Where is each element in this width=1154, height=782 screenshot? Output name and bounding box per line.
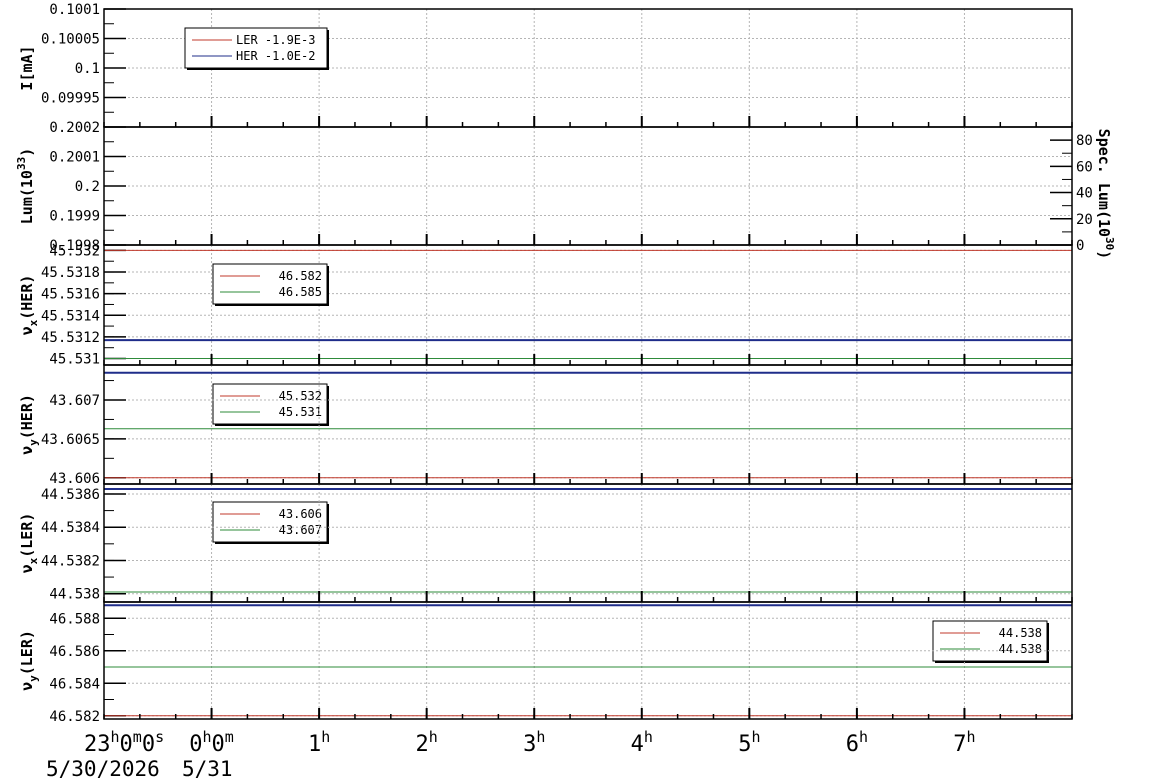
y-axis-label: νy(LER) [18,630,40,691]
x-tick-label: 5h [738,728,760,757]
y-tick-label: 46.582 [49,709,100,725]
legend: LER -1.9E-3 HER -1.0E-2 [184,27,329,70]
x-tick-label: 7h [953,728,975,757]
legend-label: 43.606 [279,507,322,521]
legend-label: HER -1.0E-2 [236,49,315,63]
y2-tick-label: 20 [1076,212,1093,228]
panel-current: 0.1001 0.10005 0.1 0.09995 I[mA] LER -1.9E-3 H… [18,2,1073,128]
y-tick-label: 0.1001 [49,2,100,18]
panel-lum: 0.20020.20010.20.19990.1998Lum(1033)8060… [15,120,1116,259]
y-tick-label: 45.5312 [41,330,100,346]
y2-axis-label: Spec. Lum(1030) [1095,129,1116,260]
legend: 45.532 45.531 [212,383,329,426]
y2-tick-label: 60 [1076,159,1093,175]
y-tick-label: 44.5384 [41,520,100,536]
y-tick-label: 45.5316 [41,287,100,303]
y-axis-label: νy(HER) [18,394,40,455]
legend-label: LER -1.9E-3 [236,33,315,47]
y-tick-label: 0.2001 [49,150,100,166]
legend-label: 43.607 [279,523,322,537]
y-tick-label: 45.5318 [41,265,100,281]
panel-nuy_her: 43.607 43.6065 43.606 νy(HER) 43.606 43.607 [18,364,1073,544]
x-tick-label: 3h [523,728,545,757]
y-tick-label: 0.2 [75,179,100,195]
y-tick-label: 43.607 [49,393,100,409]
y-tick-label: 45.531 [49,352,100,368]
x-tick-label: 6h [846,728,868,757]
trend-chart: 0.1001 0.10005 0.1 0.09995 I[mA] LER -1.9E-3 H… [15,2,1116,781]
x-tick-label: 1h [308,728,330,757]
y-tick-label: 0.2002 [49,120,100,136]
y-tick-label: 0.1999 [49,209,100,225]
y-axis-label: νx(LER) [18,513,40,574]
y-tick-label: 44.538 [49,587,100,603]
y-tick-label: 0.10005 [41,32,100,48]
panel-nux_her: 45.532 45.5318 45.5316 45.5314 45.5312 45.531… [18,243,1073,426]
y-axis-label: Lum(1033) [15,148,36,224]
date-label-start: 5/30/2026 [46,757,160,781]
y-tick-label: 46.586 [49,644,100,660]
y2-tick-label: 0 [1076,238,1084,254]
y-tick-label: 46.584 [49,676,100,692]
legend-label: 45.532 [279,389,322,403]
legend: 43.606 43.607 [212,501,329,544]
x-tick-label: 0h0m [189,728,234,757]
panel-nux_ler: 44.5386 44.5384 44.5382 44.538 νx(LER) 44.538… [18,483,1073,663]
y2-tick-label: 40 [1076,186,1093,202]
date-label-next: 5/31 [182,757,233,781]
y-tick-label: 0.09995 [41,91,100,107]
panel-frame [103,601,1073,720]
legend-label: 46.585 [279,285,322,299]
legend-label: 46.582 [279,269,322,283]
y-tick-label: 45.532 [49,243,100,259]
y-tick-label: 44.5382 [41,553,100,569]
y-tick-label: 46.588 [49,611,100,627]
x-axis-labels: 23h0m0s 0h0m 1h 2h 3h 4h 5h 6h 7h 5/30/2026 5/31 [46,728,976,781]
y-tick-label: 43.606 [49,471,100,487]
legend-label: 44.538 [999,642,1042,656]
y-tick-label: 44.5386 [41,487,100,503]
x-tick-label: 23h0m0s [84,728,164,757]
x-tick-label: 2h [416,728,438,757]
x-tick-label: 4h [631,728,653,757]
legend-label: 45.531 [279,405,322,419]
y-axis-label: I[mA] [18,45,36,90]
y-tick-label: 0.1 [75,61,100,77]
y-tick-label: 45.5314 [41,308,100,324]
y-tick-label: 43.6065 [41,432,100,448]
legend-label: 44.538 [999,626,1042,640]
legend: 46.582 46.585 [212,263,329,306]
legend: 44.538 44.538 [932,620,1049,663]
y2-tick-label: 80 [1076,133,1093,149]
y-axis-label: νx(HER) [18,275,40,336]
